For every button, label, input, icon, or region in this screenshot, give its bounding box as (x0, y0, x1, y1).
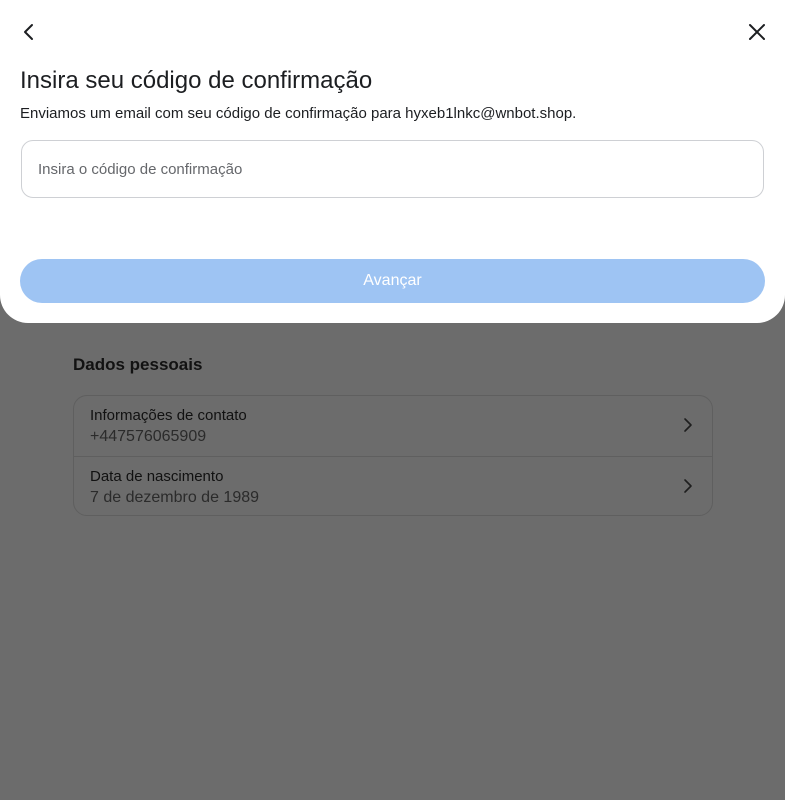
row-value: +447576065909 (90, 428, 207, 445)
chevron-right-icon (684, 479, 692, 493)
section-title: Dados pessoais (73, 355, 203, 374)
close-button[interactable] (743, 18, 771, 46)
row-title: Informações de contato (90, 407, 247, 424)
row-title: Data de nascimento (90, 468, 224, 485)
close-icon (749, 24, 765, 40)
dialog-description: Enviamos um email com seu código de conf… (20, 105, 577, 122)
personal-data-card: Informações de contato +447576065909 Dat… (73, 395, 713, 516)
chevron-right-icon (684, 418, 692, 432)
row-value: 7 de dezembro de 1989 (90, 489, 260, 506)
next-button[interactable]: Avançar (20, 259, 765, 303)
chevron-left-icon (24, 24, 33, 40)
dialog-title: Insira seu código de confirmação (20, 67, 373, 94)
back-button[interactable] (14, 18, 42, 46)
birthdate-row[interactable]: Data de nascimento 7 de dezembro de 1989 (74, 456, 712, 516)
confirmation-code-input[interactable] (21, 140, 764, 198)
contact-info-row[interactable]: Informações de contato +447576065909 (74, 396, 712, 456)
confirmation-code-dialog: Insira seu código de confirmação Enviamo… (0, 0, 785, 323)
